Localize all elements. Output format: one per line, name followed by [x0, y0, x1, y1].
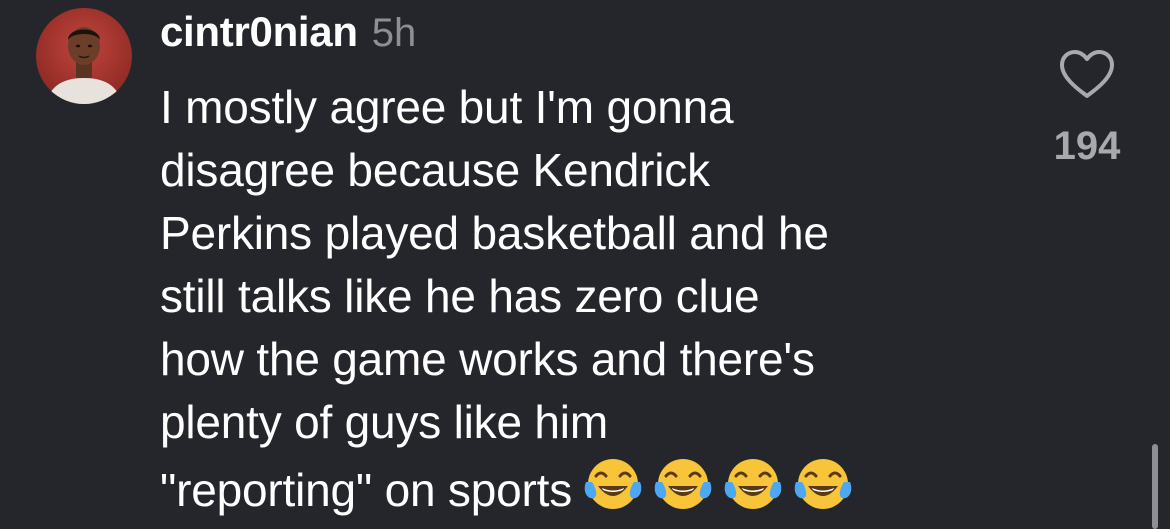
comment-text-line: "reporting" on sports	[160, 464, 573, 516]
comment-text-line: how the game works and there's	[160, 333, 815, 385]
emoji-row	[582, 454, 854, 512]
tears-of-joy-emoji-icon	[792, 454, 854, 512]
comment-text-line-last: "reporting" on sports	[160, 454, 1020, 522]
tears-of-joy-emoji-icon	[652, 454, 714, 512]
comment-text-line: disagree because Kendrick	[160, 144, 710, 196]
like-count: 194	[1053, 124, 1121, 168]
avatar[interactable]	[36, 8, 132, 104]
timestamp: 5h	[371, 11, 417, 55]
comment: cintr0nian 5h I mostly agree but I'm gon…	[0, 0, 1170, 529]
heart-outline-icon	[1060, 50, 1114, 98]
comment-text-line: I mostly agree but I'm gonna	[160, 81, 734, 133]
like-button[interactable]	[1058, 48, 1116, 100]
comment-text: I mostly agree but I'm gonna disagree be…	[160, 76, 1020, 522]
comment-text-line: Perkins played basketball and he	[160, 207, 829, 259]
avatar-image	[36, 8, 132, 104]
tears-of-joy-emoji-icon	[722, 454, 784, 512]
scrollbar[interactable]	[1152, 444, 1158, 529]
comment-text-line: plenty of guys like him	[160, 396, 608, 448]
tears-of-joy-emoji-icon	[582, 454, 644, 512]
comment-header: cintr0nian 5h	[160, 8, 416, 60]
comment-text-line: still talks like he has zero clue	[160, 270, 760, 322]
username[interactable]: cintr0nian	[160, 8, 358, 56]
